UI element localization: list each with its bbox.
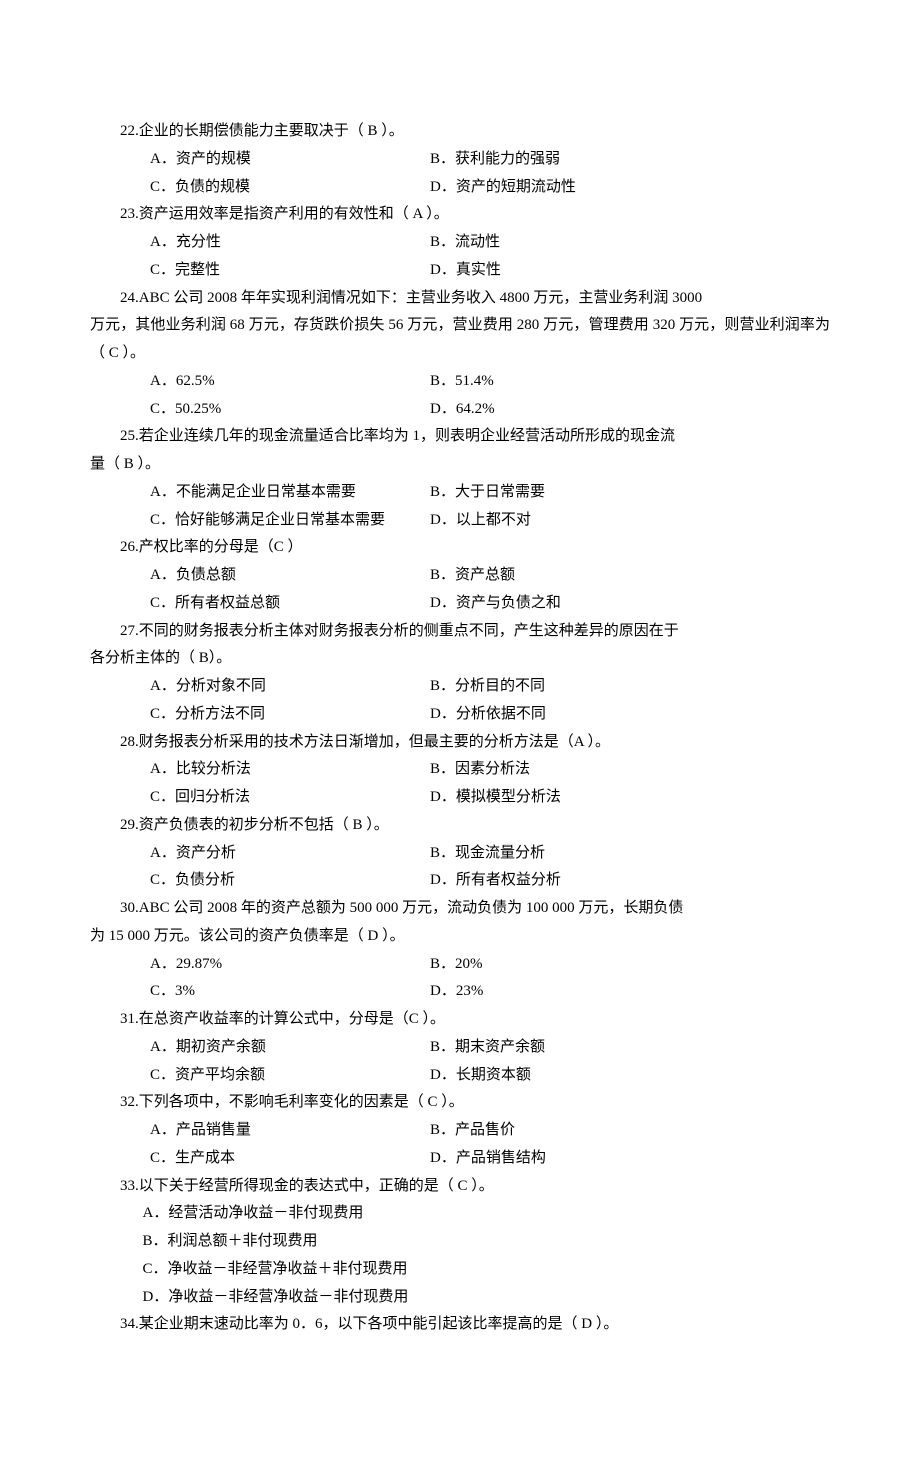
q28-opt-a: A．比较分析法: [150, 756, 430, 784]
q28-stem: 28.财务报表分析采用的技术方法日渐增加，但最主要的分析方法是（A ）。: [90, 729, 830, 757]
q23-row-ab: A．充分性 B．流动性: [90, 229, 830, 257]
q30-opt-b: B．20%: [430, 951, 830, 979]
q27-opt-c: C．分析方法不同: [150, 701, 430, 729]
q32-row-cd: C．生产成本 D．产品销售结构: [90, 1145, 830, 1173]
q32-opt-c: C．生产成本: [150, 1145, 430, 1173]
q27-opt-a: A．分析对象不同: [150, 673, 430, 701]
q24-opt-b: B．51.4%: [430, 368, 830, 396]
q22-opt-c: C．负债的规模: [150, 174, 430, 202]
q27-opt-b: B．分析目的不同: [430, 673, 830, 701]
q27-row-ab: A．分析对象不同 B．分析目的不同: [90, 673, 830, 701]
q25-row-cd: C．恰好能够满足企业日常基本需要 D．以上都不对: [90, 507, 830, 535]
q29-row-ab: A．资产分析 B．现金流量分析: [90, 840, 830, 868]
q30-row-ab: A．29.87% B．20%: [90, 951, 830, 979]
q23-row-cd: C．完整性 D．真实性: [90, 257, 830, 285]
q25-opt-a: A．不能满足企业日常基本需要: [150, 479, 430, 507]
q23-opt-b: B．流动性: [430, 229, 830, 257]
q32-opt-b: B．产品售价: [430, 1117, 830, 1145]
q30-opt-c: C．3%: [150, 978, 430, 1006]
q29-opt-d: D．所有者权益分析: [430, 867, 830, 895]
q22-opt-b: B．获利能力的强弱: [430, 146, 830, 174]
q26-opt-b: B．资产总额: [430, 562, 830, 590]
q23-opt-d: D．真实性: [430, 257, 830, 285]
q27-opt-d: D．分析依据不同: [430, 701, 830, 729]
q31-opt-c: C．资产平均余额: [150, 1062, 430, 1090]
q31-opt-d: D．长期资本额: [430, 1062, 830, 1090]
q23-opt-a: A．充分性: [150, 229, 430, 257]
q25-opt-c: C．恰好能够满足企业日常基本需要: [150, 507, 430, 535]
q22-opt-d: D．资产的短期流动性: [430, 174, 830, 202]
q25-stem-b: 量（ B ）。: [90, 451, 830, 479]
q33-opt-c: C．净收益－非经营净收益＋非付现费用: [90, 1256, 830, 1284]
q31-stem: 31.在总资产收益率的计算公式中，分母是（C ）。: [90, 1006, 830, 1034]
q26-opt-c: C．所有者权益总额: [150, 590, 430, 618]
q27-row-cd: C．分析方法不同 D．分析依据不同: [90, 701, 830, 729]
q29-opt-b: B．现金流量分析: [430, 840, 830, 868]
q24-opt-c: C．50.25%: [150, 396, 430, 424]
q28-opt-c: C．回归分析法: [150, 784, 430, 812]
q24-row-ab: A．62.5% B．51.4%: [90, 368, 830, 396]
q25-stem-a: 25.若企业连续几年的现金流量适合比率均为 1，则表明企业经营活动所形成的现金流: [90, 423, 830, 451]
q34-stem: 34.某企业期末速动比率为 0．6，以下各项中能引起该比率提高的是（ D ）。: [90, 1311, 830, 1339]
q30-opt-d: D．23%: [430, 978, 830, 1006]
q32-opt-d: D．产品销售结构: [430, 1145, 830, 1173]
q31-opt-a: A．期初资产余额: [150, 1034, 430, 1062]
q30-opt-a: A．29.87%: [150, 951, 430, 979]
q32-opt-a: A．产品销售量: [150, 1117, 430, 1145]
q30-stem-b: 为 15 000 万元。该公司的资产负债率是（ D ）。: [90, 923, 830, 951]
q24-stem-a: 24.ABC 公司 2008 年年实现利润情况如下：主营业务收入 4800 万元…: [90, 285, 830, 313]
q29-stem: 29.资产负债表的初步分析不包括（ B ）。: [90, 812, 830, 840]
q28-row-ab: A．比较分析法 B．因素分析法: [90, 756, 830, 784]
q26-opt-d: D．资产与负债之和: [430, 590, 830, 618]
q25-opt-d: D．以上都不对: [430, 507, 830, 535]
q28-row-cd: C．回归分析法 D．模拟模型分析法: [90, 784, 830, 812]
q28-opt-b: B．因素分析法: [430, 756, 830, 784]
q22-row-ab: A．资产的规模 B．获利能力的强弱: [90, 146, 830, 174]
q27-stem-a: 27.不同的财务报表分析主体对财务报表分析的侧重点不同，产生这种差异的原因在于: [90, 618, 830, 646]
q22-row-cd: C．负债的规模 D．资产的短期流动性: [90, 174, 830, 202]
q29-opt-c: C．负债分析: [150, 867, 430, 895]
q25-row-ab: A．不能满足企业日常基本需要 B．大于日常需要: [90, 479, 830, 507]
q28-opt-d: D．模拟模型分析法: [430, 784, 830, 812]
q32-row-ab: A．产品销售量 B．产品售价: [90, 1117, 830, 1145]
q26-row-cd: C．所有者权益总额 D．资产与负债之和: [90, 590, 830, 618]
q32-stem: 32.下列各项中，不影响毛利率变化的因素是（ C ）。: [90, 1089, 830, 1117]
q27-stem-b: 各分析主体的（ B）。: [90, 645, 830, 673]
q22-opt-a: A．资产的规模: [150, 146, 430, 174]
q23-opt-c: C．完整性: [150, 257, 430, 285]
q26-stem: 26.产权比率的分母是（C ）: [90, 534, 830, 562]
q26-row-ab: A．负债总额 B．资产总额: [90, 562, 830, 590]
q30-stem-a: 30.ABC 公司 2008 年的资产总额为 500 000 万元，流动负债为 …: [90, 895, 830, 923]
q23-stem: 23.资产运用效率是指资产利用的有效性和（ A ）。: [90, 201, 830, 229]
q33-stem: 33.以下关于经营所得现金的表达式中，正确的是（ C ）。: [90, 1173, 830, 1201]
q31-opt-b: B．期末资产余额: [430, 1034, 830, 1062]
q22-stem: 22.企业的长期偿债能力主要取决于（ B ）。: [90, 118, 830, 146]
q29-opt-a: A．资产分析: [150, 840, 430, 868]
q33-opt-d: D．净收益－非经营净收益－非付现费用: [90, 1284, 830, 1312]
q30-row-cd: C．3% D．23%: [90, 978, 830, 1006]
q24-row-cd: C．50.25% D．64.2%: [90, 396, 830, 424]
q24-opt-a: A．62.5%: [150, 368, 430, 396]
q29-row-cd: C．负债分析 D．所有者权益分析: [90, 867, 830, 895]
q33-opt-b: B．利润总额＋非付现费用: [90, 1228, 830, 1256]
q31-row-cd: C．资产平均余额 D．长期资本额: [90, 1062, 830, 1090]
q33-opt-a: A．经营活动净收益－非付现费用: [90, 1200, 830, 1228]
q24-opt-d: D．64.2%: [430, 396, 830, 424]
q26-opt-a: A．负债总额: [150, 562, 430, 590]
q24-stem-b: 万元，其他业务利润 68 万元，存货跌价损失 56 万元，营业费用 280 万元…: [90, 312, 830, 368]
q31-row-ab: A．期初资产余额 B．期末资产余额: [90, 1034, 830, 1062]
q25-opt-b: B．大于日常需要: [430, 479, 830, 507]
